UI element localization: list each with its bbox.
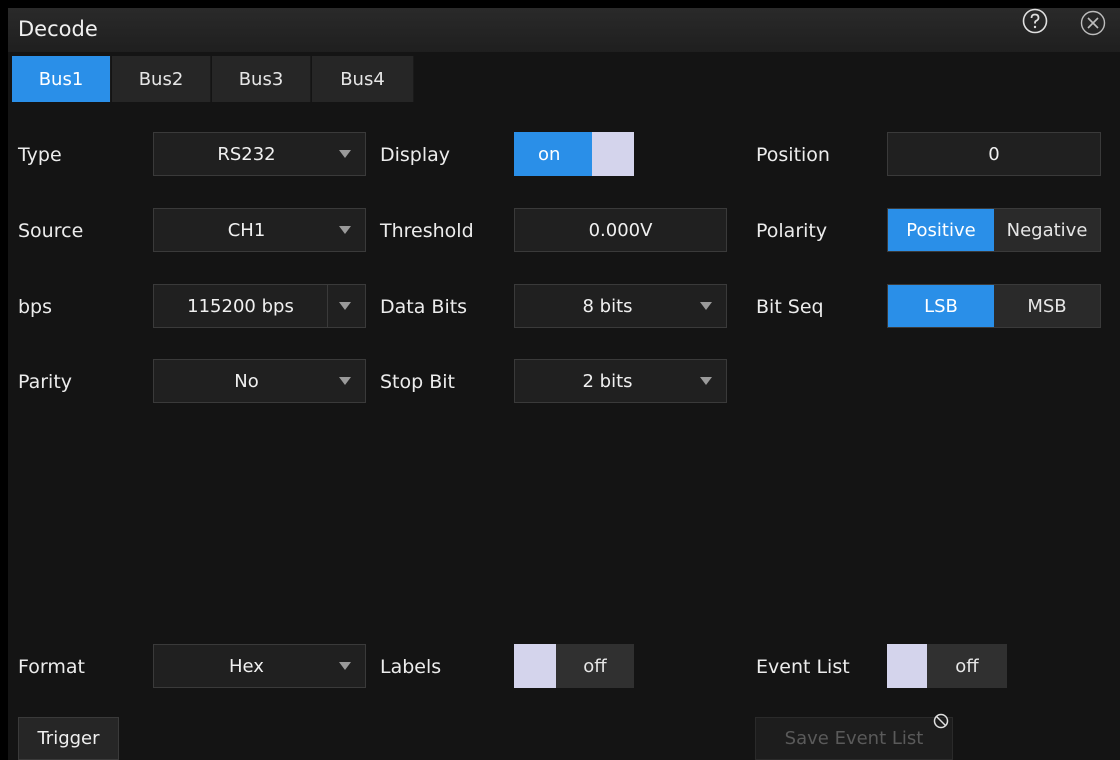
polarity-negative-option[interactable]: Negative xyxy=(994,209,1100,251)
display-toggle[interactable]: on xyxy=(514,132,634,176)
polarity-positive-option[interactable]: Positive xyxy=(888,209,994,251)
stop-bit-label: Stop Bit xyxy=(380,371,455,393)
help-icon[interactable] xyxy=(1022,8,1048,34)
tab-bus3[interactable]: Bus3 xyxy=(212,56,311,102)
toggle-knob xyxy=(592,132,634,176)
polarity-selector[interactable]: Positive Negative xyxy=(887,208,1101,252)
toggle-knob xyxy=(887,644,927,688)
dialog-title: Decode xyxy=(18,17,98,41)
source-dropdown[interactable]: CH1 xyxy=(153,208,366,252)
format-dropdown[interactable]: Hex xyxy=(153,644,366,688)
trigger-button[interactable]: Trigger xyxy=(18,717,119,760)
type-value: RS232 xyxy=(217,143,276,165)
position-value: 0 xyxy=(988,143,1000,165)
labels-toggle-state: off xyxy=(556,644,634,688)
data-bits-label: Data Bits xyxy=(380,296,468,318)
source-label: Source xyxy=(18,220,84,242)
bit-seq-label: Bit Seq xyxy=(756,296,824,318)
dropdown-arrow-icon xyxy=(339,150,351,158)
bit-seq-selector[interactable]: LSB MSB xyxy=(887,284,1101,328)
labels-label: Labels xyxy=(380,656,442,678)
parity-label: Parity xyxy=(18,371,73,393)
tab-bus1[interactable]: Bus1 xyxy=(12,56,111,102)
divider xyxy=(327,285,328,327)
tab-bus4[interactable]: Bus4 xyxy=(312,56,414,102)
threshold-label: Threshold xyxy=(380,220,474,242)
dropdown-arrow-icon xyxy=(700,302,712,310)
data-bits-value: 8 bits xyxy=(582,295,633,317)
data-bits-dropdown[interactable]: 8 bits xyxy=(514,284,727,328)
parity-value: No xyxy=(234,370,259,392)
stop-bit-value: 2 bits xyxy=(582,370,633,392)
dropdown-arrow-icon xyxy=(339,377,351,385)
bps-value: 115200 bps xyxy=(187,295,294,317)
title-bar: Decode xyxy=(8,8,1120,52)
position-label: Position xyxy=(756,144,830,166)
source-value: CH1 xyxy=(227,219,266,241)
type-label: Type xyxy=(18,144,62,166)
display-toggle-state: on xyxy=(514,132,592,176)
bit-seq-msb-option[interactable]: MSB xyxy=(994,285,1100,327)
dropdown-arrow-icon xyxy=(339,662,351,670)
format-value: Hex xyxy=(229,655,264,677)
dropdown-arrow-icon xyxy=(700,377,712,385)
type-dropdown[interactable]: RS232 xyxy=(153,132,366,176)
event-list-toggle[interactable]: off xyxy=(887,644,1007,688)
dropdown-arrow-icon xyxy=(339,226,351,234)
forbidden-icon xyxy=(933,713,949,729)
threshold-input[interactable]: 0.000V xyxy=(514,208,727,252)
save-event-list-button[interactable]: Save Event List xyxy=(755,717,953,760)
bps-label: bps xyxy=(18,296,53,318)
format-label: Format xyxy=(18,656,85,678)
threshold-value: 0.000V xyxy=(588,219,653,241)
event-list-toggle-state: off xyxy=(927,644,1007,688)
toggle-knob xyxy=(514,644,556,688)
stop-bit-dropdown[interactable]: 2 bits xyxy=(514,359,727,403)
bit-seq-lsb-option[interactable]: LSB xyxy=(888,285,994,327)
labels-toggle[interactable]: off xyxy=(514,644,634,688)
display-label: Display xyxy=(380,144,451,166)
close-icon[interactable] xyxy=(1080,10,1106,36)
parity-dropdown[interactable]: No xyxy=(153,359,366,403)
event-list-label: Event List xyxy=(756,656,850,678)
bps-dropdown[interactable]: 115200 bps xyxy=(153,284,366,328)
dropdown-arrow-icon xyxy=(339,302,351,310)
polarity-label: Polarity xyxy=(756,220,828,242)
tab-bus2[interactable]: Bus2 xyxy=(112,56,211,102)
position-input[interactable]: 0 xyxy=(887,132,1101,176)
